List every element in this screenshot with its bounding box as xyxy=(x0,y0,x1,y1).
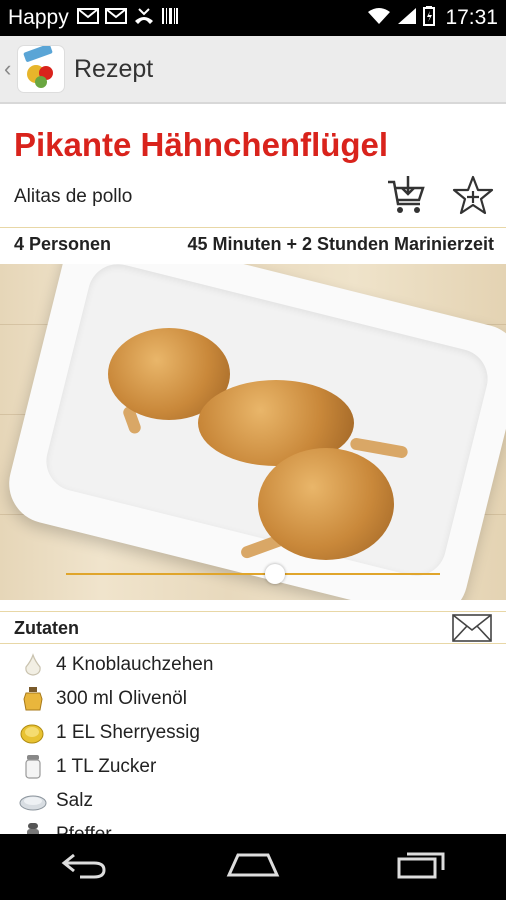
servings: 4 Personen xyxy=(14,234,112,254)
status-bar: Happy 17:31 xyxy=(0,0,506,36)
back-chevron-icon[interactable]: ‹ xyxy=(4,56,16,82)
nav-home-button[interactable] xyxy=(223,847,283,887)
ingredient-item: 1 TL Zucker xyxy=(0,750,506,784)
app-logo[interactable] xyxy=(18,44,64,92)
divider xyxy=(0,643,506,644)
ingredient-item: 4 Knoblauchzehen xyxy=(0,648,506,682)
divider xyxy=(0,227,506,228)
share-email-button[interactable] xyxy=(452,614,492,642)
recipe-meta: 4 Personen 45 Minuten + 2 Stunden Marini… xyxy=(14,234,494,255)
sugar-shaker-icon xyxy=(18,752,48,782)
wifi-icon xyxy=(367,7,391,30)
recipe-photo[interactable] xyxy=(0,264,506,600)
clock: 17:31 xyxy=(445,6,498,29)
action-bar: ‹ Rezept xyxy=(0,36,506,104)
recent-apps-icon xyxy=(397,851,447,884)
recipe-subtitle: Alitas de pollo xyxy=(14,186,133,207)
add-to-shopping-list-button[interactable] xyxy=(386,174,426,216)
carrier-name: Happy xyxy=(8,6,69,29)
salt-icon xyxy=(18,786,48,816)
add-favorite-button[interactable] xyxy=(452,174,494,216)
vinegar-icon xyxy=(18,718,48,748)
shopping-cart-download-icon xyxy=(386,176,426,220)
screen-title: Rezept xyxy=(74,54,154,83)
mail-notification-icon xyxy=(76,7,99,29)
star-plus-icon xyxy=(452,175,494,220)
garlic-icon xyxy=(18,650,48,680)
system-navigation-bar xyxy=(0,834,506,900)
oil-jar-icon xyxy=(18,684,48,714)
back-arrow-icon xyxy=(60,851,108,884)
duration: 45 Minuten + 2 Stunden Marinierzeit xyxy=(187,234,494,254)
missed-call-icon xyxy=(133,7,155,30)
ingredient-item: 300 ml Olivenöl xyxy=(0,682,506,716)
ingredient-item: 1 EL Sherryessig xyxy=(0,716,506,750)
barcode-icon xyxy=(161,7,179,30)
nav-recent-apps-button[interactable] xyxy=(392,847,452,887)
battery-icon xyxy=(423,5,436,31)
ingredients-heading: Zutaten xyxy=(14,618,79,638)
nav-back-button[interactable] xyxy=(54,847,114,887)
ingredient-item: Salz xyxy=(0,784,506,818)
chicken-wing xyxy=(258,448,394,560)
home-icon xyxy=(226,852,280,883)
divider xyxy=(0,611,506,612)
recipe-title: Pikante Hähnchenflügel xyxy=(14,126,389,163)
mail-notification-icon xyxy=(104,7,127,29)
signal-icon xyxy=(397,7,417,30)
photo-slider-track xyxy=(66,573,440,575)
